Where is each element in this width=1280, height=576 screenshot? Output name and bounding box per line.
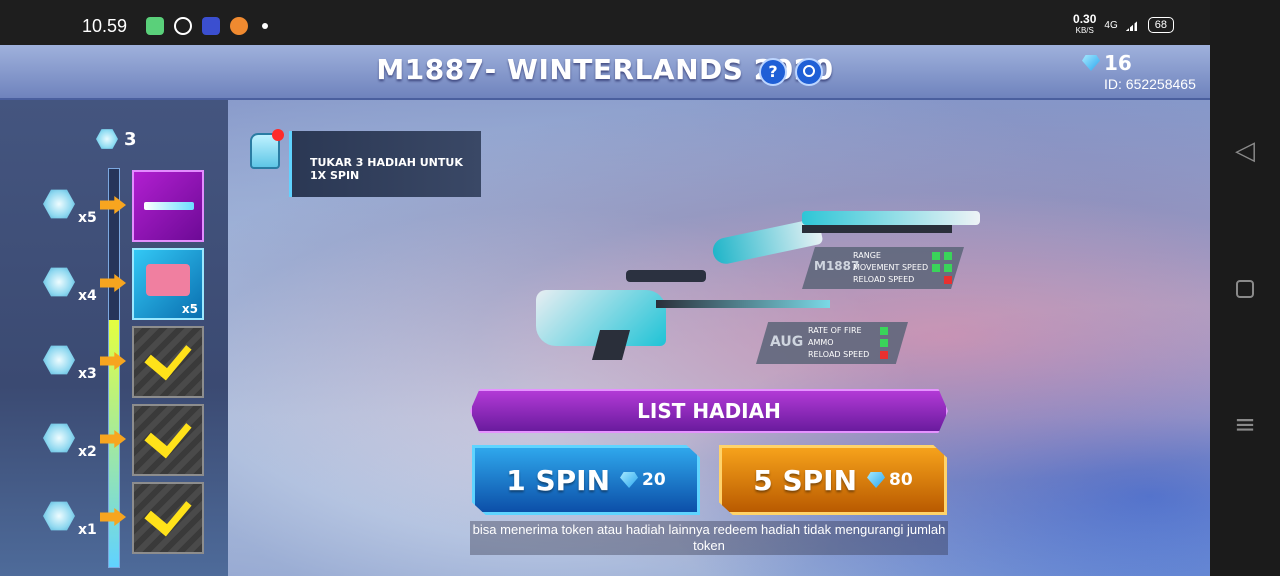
list-rewards-button[interactable]: LIST HADIAH <box>470 389 948 433</box>
diamond-count: 16 <box>1104 51 1132 75</box>
stat-up-icon <box>944 264 953 272</box>
reward-quantity: x5 <box>181 302 198 316</box>
stat-list: RATE OF FIRE AMMO RELOAD SPEED <box>808 325 888 361</box>
diamond-balance: 16 <box>1082 51 1132 75</box>
header-bar: M1887- WINTERLANDS 2020 ? 16 ID: 6522584… <box>0 45 1210 100</box>
reward-slot-claimed[interactable] <box>132 482 204 554</box>
stat-row: RELOAD SPEED <box>853 274 953 286</box>
tier-multiplier: x1 <box>78 522 97 538</box>
cost-value: 20 <box>642 470 666 490</box>
weapon-name: AUG <box>770 334 804 350</box>
game-notification-icon <box>202 17 220 35</box>
spin-cost: 20 <box>620 470 666 490</box>
home-icon[interactable] <box>1230 274 1260 304</box>
back-icon[interactable]: ◁ <box>1230 136 1260 166</box>
stat-label: RELOAD SPEED <box>808 350 870 359</box>
stat-row: RANGE <box>853 250 953 262</box>
stat-up-icon <box>932 252 941 260</box>
weapon-stats-aug: AUG RATE OF FIRE AMMO RELOAD SPEED <box>756 322 908 364</box>
orange-app-icon <box>230 17 248 35</box>
diamond-icon <box>867 472 886 488</box>
stat-label: MOVEMENT SPEED <box>853 263 929 272</box>
snowflake-token-icon <box>43 423 75 453</box>
tier-multiplier: x2 <box>78 444 97 460</box>
status-bar: 10.59 0.30 KB/S 4G 68 <box>0 0 1210 45</box>
stat-label: RANGE <box>853 251 881 260</box>
clock-icon <box>803 65 815 77</box>
weapon-stats-m1887: M1887 RANGE MOVEMENT SPEED RELOAD SPEED <box>802 247 964 289</box>
stat-label: RATE OF FIRE <box>808 326 862 335</box>
spin-note: bisa menerima token atau hadiah lainnya … <box>470 521 948 555</box>
network-type: 4G <box>1104 19 1118 31</box>
history-button[interactable] <box>795 58 823 86</box>
snowflake-token-icon <box>43 501 75 531</box>
help-button[interactable]: ? <box>759 58 787 86</box>
reward-slot-claimed[interactable] <box>132 404 204 476</box>
snowflake-token-icon <box>43 345 75 375</box>
spin-1-button[interactable]: 1 SPIN 20 <box>472 445 700 515</box>
tier-multiplier: x5 <box>78 210 97 226</box>
checkmark-icon <box>144 331 192 381</box>
snowflake-token-icon <box>43 189 75 219</box>
pink-crate-icon <box>146 264 190 296</box>
snowflake-token-icon <box>43 267 75 297</box>
stat-down-icon <box>880 351 888 359</box>
signal-icon <box>1125 19 1140 31</box>
checkmark-icon <box>144 409 192 459</box>
more-notifications-dot-icon <box>262 23 268 29</box>
reward-slot-claimed[interactable] <box>132 326 204 398</box>
battery-icon: 68 <box>1147 17 1174 33</box>
player-id: ID: 652258465 <box>1104 76 1196 92</box>
reward-slot-weapon-skin[interactable] <box>132 170 204 242</box>
menu-icon[interactable]: ≡ <box>1230 410 1260 440</box>
shotgun-skin-icon <box>144 202 194 210</box>
diamond-icon <box>620 472 639 488</box>
reward-progress-panel: 3 x5 x4 x5 x3 x2 x1 <box>0 100 228 576</box>
progress-track <box>108 168 120 568</box>
reward-slot-weapon-crate[interactable]: x5 <box>132 248 204 320</box>
stat-up-icon <box>880 327 888 335</box>
tier-multiplier: x4 <box>78 288 97 304</box>
stat-row: RATE OF FIRE <box>808 325 888 337</box>
facebook-icon <box>174 17 192 35</box>
stat-row: RELOAD SPEED <box>808 349 888 361</box>
spin-cost: 80 <box>867 470 913 490</box>
token-counter: 3 <box>96 128 137 150</box>
cost-value: 80 <box>889 470 913 490</box>
diamond-icon <box>1082 55 1100 71</box>
stat-up-icon <box>944 252 953 260</box>
status-icons: 0.30 KB/S 4G 68 <box>1073 12 1174 36</box>
checkmark-icon <box>144 487 192 537</box>
spin-label: 5 SPIN <box>753 463 858 497</box>
tier-multiplier: x3 <box>78 366 97 382</box>
stat-list: RANGE MOVEMENT SPEED RELOAD SPEED <box>853 250 953 286</box>
stat-label: AMMO <box>808 338 834 347</box>
token-count: 3 <box>124 128 137 150</box>
snowflake-token-icon <box>96 129 118 149</box>
spin-5-button[interactable]: 5 SPIN 80 <box>719 445 947 515</box>
stat-up-icon <box>880 339 888 347</box>
spin-label: 1 SPIN <box>506 463 611 497</box>
clock: 10.59 <box>82 16 128 36</box>
stat-row: AMMO <box>808 337 888 349</box>
network-speed: 0.30 KB/S <box>1073 12 1097 35</box>
game-screen: M1887- WINTERLANDS 2020 ? 16 ID: 6522584… <box>0 45 1210 576</box>
app-notification-icon <box>146 17 164 35</box>
notification-dot <box>272 129 284 141</box>
stat-down-icon <box>944 276 953 284</box>
stat-label: RELOAD SPEED <box>853 275 915 284</box>
stat-row: MOVEMENT SPEED <box>853 262 953 274</box>
page-title: M1887- WINTERLANDS 2020 <box>376 53 834 86</box>
stat-up-icon <box>932 264 941 272</box>
info-tag: TUKAR 3 HADIAH UNTUK 1X SPIN <box>289 131 481 197</box>
system-navigation-bar: ◁ ≡ <box>1210 0 1280 576</box>
